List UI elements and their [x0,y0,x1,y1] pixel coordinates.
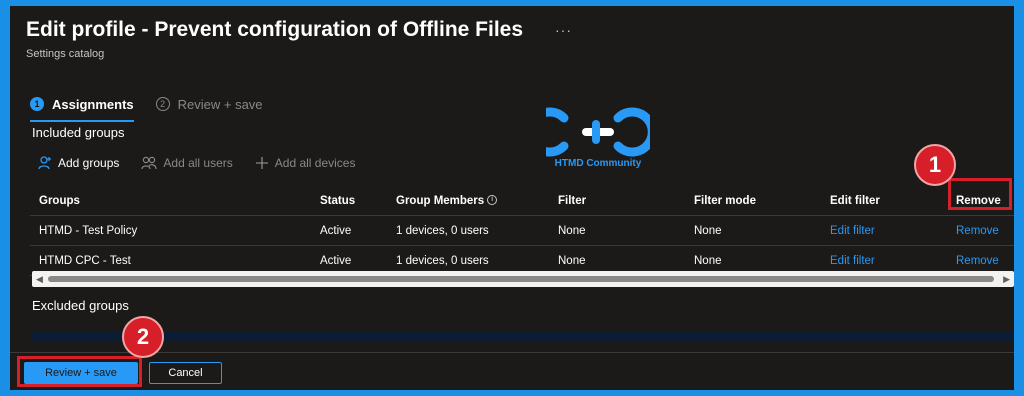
excluded-groups-table [32,332,1014,342]
remove-link[interactable]: Remove [956,225,1014,237]
column-header-group-members[interactable]: Group Members i [387,195,549,207]
scroll-right-icon[interactable]: ▶ [1003,274,1010,285]
group-status: Active [320,254,352,267]
callout-badge-2: 2 [122,316,164,358]
tab-assignments[interactable]: 1 Assignments [30,90,134,122]
add-groups-label: Add groups [58,156,120,170]
group-status: Active [320,224,352,237]
table-row: HTMD - Test Policy Active 1 devices, 0 u… [30,216,1014,246]
column-header-groups[interactable]: Groups [30,195,311,207]
horizontal-scrollbar[interactable]: ◀ ▶ [32,271,1014,287]
column-header-filter-mode[interactable]: Filter mode [685,195,821,207]
edit-filter-link[interactable]: Edit filter [821,255,956,267]
add-groups-button[interactable]: Add groups [38,156,119,170]
people-icon [141,156,157,170]
person-add-icon [38,156,51,170]
tab-label: Assignments [52,96,134,112]
htmd-logo-graphic [525,107,657,157]
column-header-status[interactable]: Status [311,195,387,207]
group-filter-mode: None [694,224,722,237]
info-icon[interactable]: i [487,195,498,206]
group-filter: None [558,254,586,267]
included-groups-label: Included groups [32,125,125,140]
edit-filter-link[interactable]: Edit filter [821,225,956,237]
group-members: 1 devices, 0 users [396,254,489,267]
column-header-edit-filter[interactable]: Edit filter [821,195,956,207]
scrollbar-thumb[interactable] [48,276,994,282]
table-header-row: Groups Status Group Members i Filter Filt… [30,186,1014,216]
group-members: 1 devices, 0 users [396,224,489,237]
add-all-devices-label: Add all devices [274,156,356,170]
group-name: HTMD - Test Policy [39,224,138,237]
review-save-highlight-box [17,356,142,387]
column-header-group-members-label: Group Members [396,194,485,207]
cancel-button[interactable]: Cancel [149,362,222,384]
step-number-badge: 1 [30,97,44,111]
htmd-watermark-logo: HTMD Community [525,104,657,174]
group-filter: None [558,224,586,237]
add-all-users-label: Add all users [163,156,233,170]
remove-link[interactable]: Remove [956,255,1014,267]
group-name: HTMD CPC - Test [39,254,131,267]
callout-badge-1: 1 [914,144,956,186]
app-window: Edit profile - Prevent configuration of … [10,6,1014,390]
column-header-filter[interactable]: Filter [549,195,685,207]
included-groups-toolbar: Add groups Add all users Add all devices [38,156,355,170]
tab-review-save[interactable]: 2 Review + save [155,90,263,118]
page-title: Edit profile - Prevent configuration of … [26,18,524,41]
excluded-groups-label: Excluded groups [32,298,129,313]
step-number-badge: 2 [155,97,170,111]
wizard-tabs: 1 Assignments 2 Review + save [30,88,263,122]
remove-highlight-box [948,178,1012,210]
footer-divider [10,352,1014,353]
included-groups-table: Groups Status Group Members i Filter Filt… [30,186,1014,276]
page-subtitle: Settings catalog [26,48,105,60]
add-all-devices-button[interactable]: Add all devices [255,156,356,170]
tab-label: Review + save [177,96,263,112]
more-icon[interactable]: ··· [555,22,572,38]
plus-icon [255,157,268,169]
group-filter-mode: None [694,254,722,267]
watermark-text: HTMD Community [554,158,642,169]
add-all-users-button[interactable]: Add all users [141,156,233,170]
scroll-left-icon[interactable]: ◀ [36,274,43,285]
